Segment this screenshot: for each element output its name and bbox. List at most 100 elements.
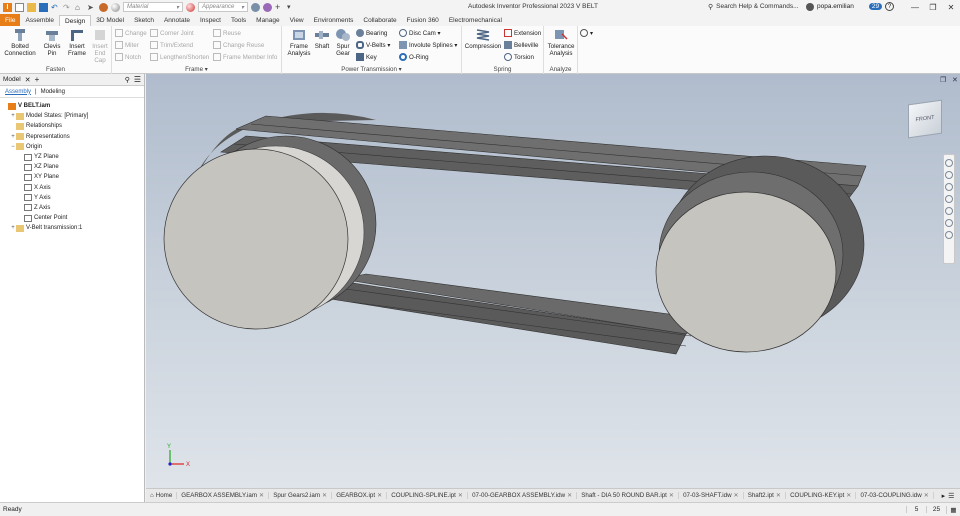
doc-tab[interactable]: Spur Gears2.iam ✕ (269, 492, 333, 499)
compression-spring-button[interactable]: Compression (464, 28, 502, 50)
insert-end-cap-button[interactable]: Insert End Cap (88, 28, 112, 64)
doc-tab[interactable]: ⌂ Home (146, 492, 178, 499)
insert-frame-button[interactable]: Insert Frame (66, 28, 88, 57)
close-icon[interactable]: ✕ (942, 0, 960, 14)
restore-icon[interactable]: ❐ (924, 0, 942, 14)
disc-cam-button[interactable]: Disc Cam ▾ (399, 29, 441, 37)
close-icon[interactable]: ✕ (567, 492, 572, 499)
corner-joint-button[interactable]: Corner Joint (150, 29, 194, 37)
lengthen-shorten-button[interactable]: Lengthen/Shorten (150, 53, 209, 61)
torsion-spring-button[interactable]: Torsion (504, 53, 534, 61)
tab-collaborate[interactable]: Collaborate (358, 15, 401, 26)
material-dropdown[interactable]: Material ▾ (123, 2, 183, 12)
doc-tab[interactable]: Shaft - DIA 50 ROUND BAR.ipt ✕ (577, 492, 680, 499)
tree-node[interactable]: XY Plane (0, 172, 144, 182)
adjust-icon[interactable] (263, 2, 272, 12)
doc-tab[interactable]: Shaft2.ipt ✕ (744, 492, 787, 499)
tab-modeling[interactable]: Modeling (41, 89, 65, 95)
v-belts-button[interactable]: V-Belts ▾ (356, 41, 390, 49)
close-icon[interactable]: ✕ (458, 492, 463, 499)
tree-node[interactable]: YZ Plane (0, 152, 144, 162)
frame-member-info-button[interactable]: Frame Member Info (213, 53, 277, 61)
doctab-menu-button[interactable]: ▸ ☰ (936, 490, 960, 501)
miter-button[interactable]: Miter (115, 41, 139, 49)
measure-icon[interactable] (99, 2, 108, 12)
tab-sketch[interactable]: Sketch (129, 15, 159, 26)
bolted-connection-button[interactable]: Bolted Connection (3, 28, 37, 57)
user-account[interactable]: popa.emilian 29 ? (806, 2, 895, 11)
tree-node[interactable]: + V-Belt transmission:1 (0, 223, 144, 233)
help-icon[interactable]: ? (885, 2, 895, 11)
tab-assemble[interactable]: Assemble (20, 15, 59, 26)
viewport-restore-icon[interactable]: ❐ (940, 76, 946, 84)
doc-tab[interactable]: 07-00-GEARBOX ASSEMBLY.idw ✕ (468, 492, 578, 499)
tree-node[interactable]: Y Axis (0, 193, 144, 203)
trim-extend-button[interactable]: Trim/Extend (150, 41, 193, 49)
tolerance-analysis-button[interactable]: Tolerance Analysis (545, 28, 577, 57)
tab-manage[interactable]: Manage (251, 15, 285, 26)
viewcube[interactable]: FRONT (908, 99, 942, 139)
clevis-pin-button[interactable]: Clevis Pin (40, 28, 64, 57)
zoom-window-icon[interactable] (945, 231, 953, 239)
steering-wheel-icon[interactable] (945, 159, 953, 167)
look-at-icon[interactable] (945, 207, 953, 215)
clear-appearance-icon[interactable] (251, 2, 260, 12)
select-icon[interactable]: ➤ (87, 3, 96, 12)
tree-node[interactable]: V BELT.iam (0, 101, 144, 111)
involute-splines-button[interactable]: Involute Splines ▾ (399, 41, 458, 49)
zoom-all-icon[interactable] (945, 219, 953, 227)
doc-tab[interactable]: COUPLING-KEY.ipt ✕ (786, 492, 857, 499)
plus-icon[interactable]: + (275, 2, 284, 12)
tab-inspect[interactable]: Inspect (195, 15, 226, 26)
tab-design[interactable]: Design (59, 15, 92, 26)
add-icon[interactable]: + (35, 75, 40, 84)
zoom-icon[interactable] (945, 183, 953, 191)
bearing-button[interactable]: Bearing (356, 29, 387, 37)
doc-tab[interactable]: 07-03-COUPLING.idw ✕ (856, 492, 934, 499)
graphics-viewport[interactable]: X Y FRONT ❐ ✕ (146, 74, 960, 488)
frame-analysis-button[interactable]: Frame Analysis (286, 28, 312, 57)
app-logo-icon[interactable]: I (3, 2, 12, 12)
shaft-button[interactable]: Shaft (313, 28, 331, 50)
close-icon[interactable]: ✕ (322, 492, 327, 499)
tab-file[interactable]: File (0, 14, 21, 26)
tab-view[interactable]: View (285, 15, 309, 26)
notification-badge[interactable]: 29 (868, 3, 883, 10)
tree-node[interactable]: − Origin (0, 142, 144, 152)
tree-node[interactable]: + Model States: [Primary] (0, 111, 144, 121)
menu-icon[interactable]: ☰ (134, 75, 141, 84)
home-icon[interactable]: ⌂ (75, 3, 84, 12)
new-file-icon[interactable] (15, 2, 24, 12)
customize-icon[interactable]: ▾ (287, 3, 296, 12)
tree-node[interactable]: X Axis (0, 183, 144, 193)
ribbon-options-button[interactable]: ▾ (580, 29, 593, 37)
orbit-icon[interactable] (945, 195, 953, 203)
help-search[interactable]: ⚲ Search Help & Commands... (708, 1, 802, 12)
doc-tab[interactable]: GEARBOX ASSEMBLY.iam ✕ (177, 492, 270, 499)
spur-gear-button[interactable]: Spur Gear (333, 28, 353, 57)
tree-node[interactable]: XZ Plane (0, 162, 144, 172)
tab-assembly[interactable]: Assembly (5, 89, 31, 95)
close-icon[interactable]: ✕ (669, 492, 674, 499)
tab-electromechanical[interactable]: Electromechanical (444, 15, 507, 26)
doc-tab[interactable]: COUPLING-SPLINE.ipt ✕ (387, 492, 469, 499)
tree-node[interactable]: Z Axis (0, 203, 144, 213)
key-button[interactable]: Key (356, 53, 377, 61)
tab-tools[interactable]: Tools (226, 15, 251, 26)
redo-icon[interactable]: ↷ (63, 3, 72, 12)
tab-environments[interactable]: Environments (309, 15, 359, 26)
close-icon[interactable]: ✕ (25, 76, 31, 84)
belleville-spring-button[interactable]: Belleville (504, 41, 538, 49)
close-icon[interactable]: ✕ (377, 492, 382, 499)
tab-fusion-360[interactable]: Fusion 360 (402, 15, 444, 26)
tree-node[interactable]: + Representations (0, 132, 144, 142)
undo-icon[interactable]: ↶ (51, 3, 60, 12)
close-icon[interactable]: ✕ (924, 492, 929, 499)
reuse-button[interactable]: Reuse (213, 29, 241, 37)
tab-3d-model[interactable]: 3D Model (91, 15, 129, 26)
doc-tab[interactable]: 07-03-SHAFT.idw ✕ (679, 492, 744, 499)
close-icon[interactable]: ✕ (734, 492, 739, 499)
change-button[interactable]: Change (115, 29, 147, 37)
tree-node[interactable]: Center Point (0, 213, 144, 223)
close-icon[interactable]: ✕ (259, 492, 264, 499)
